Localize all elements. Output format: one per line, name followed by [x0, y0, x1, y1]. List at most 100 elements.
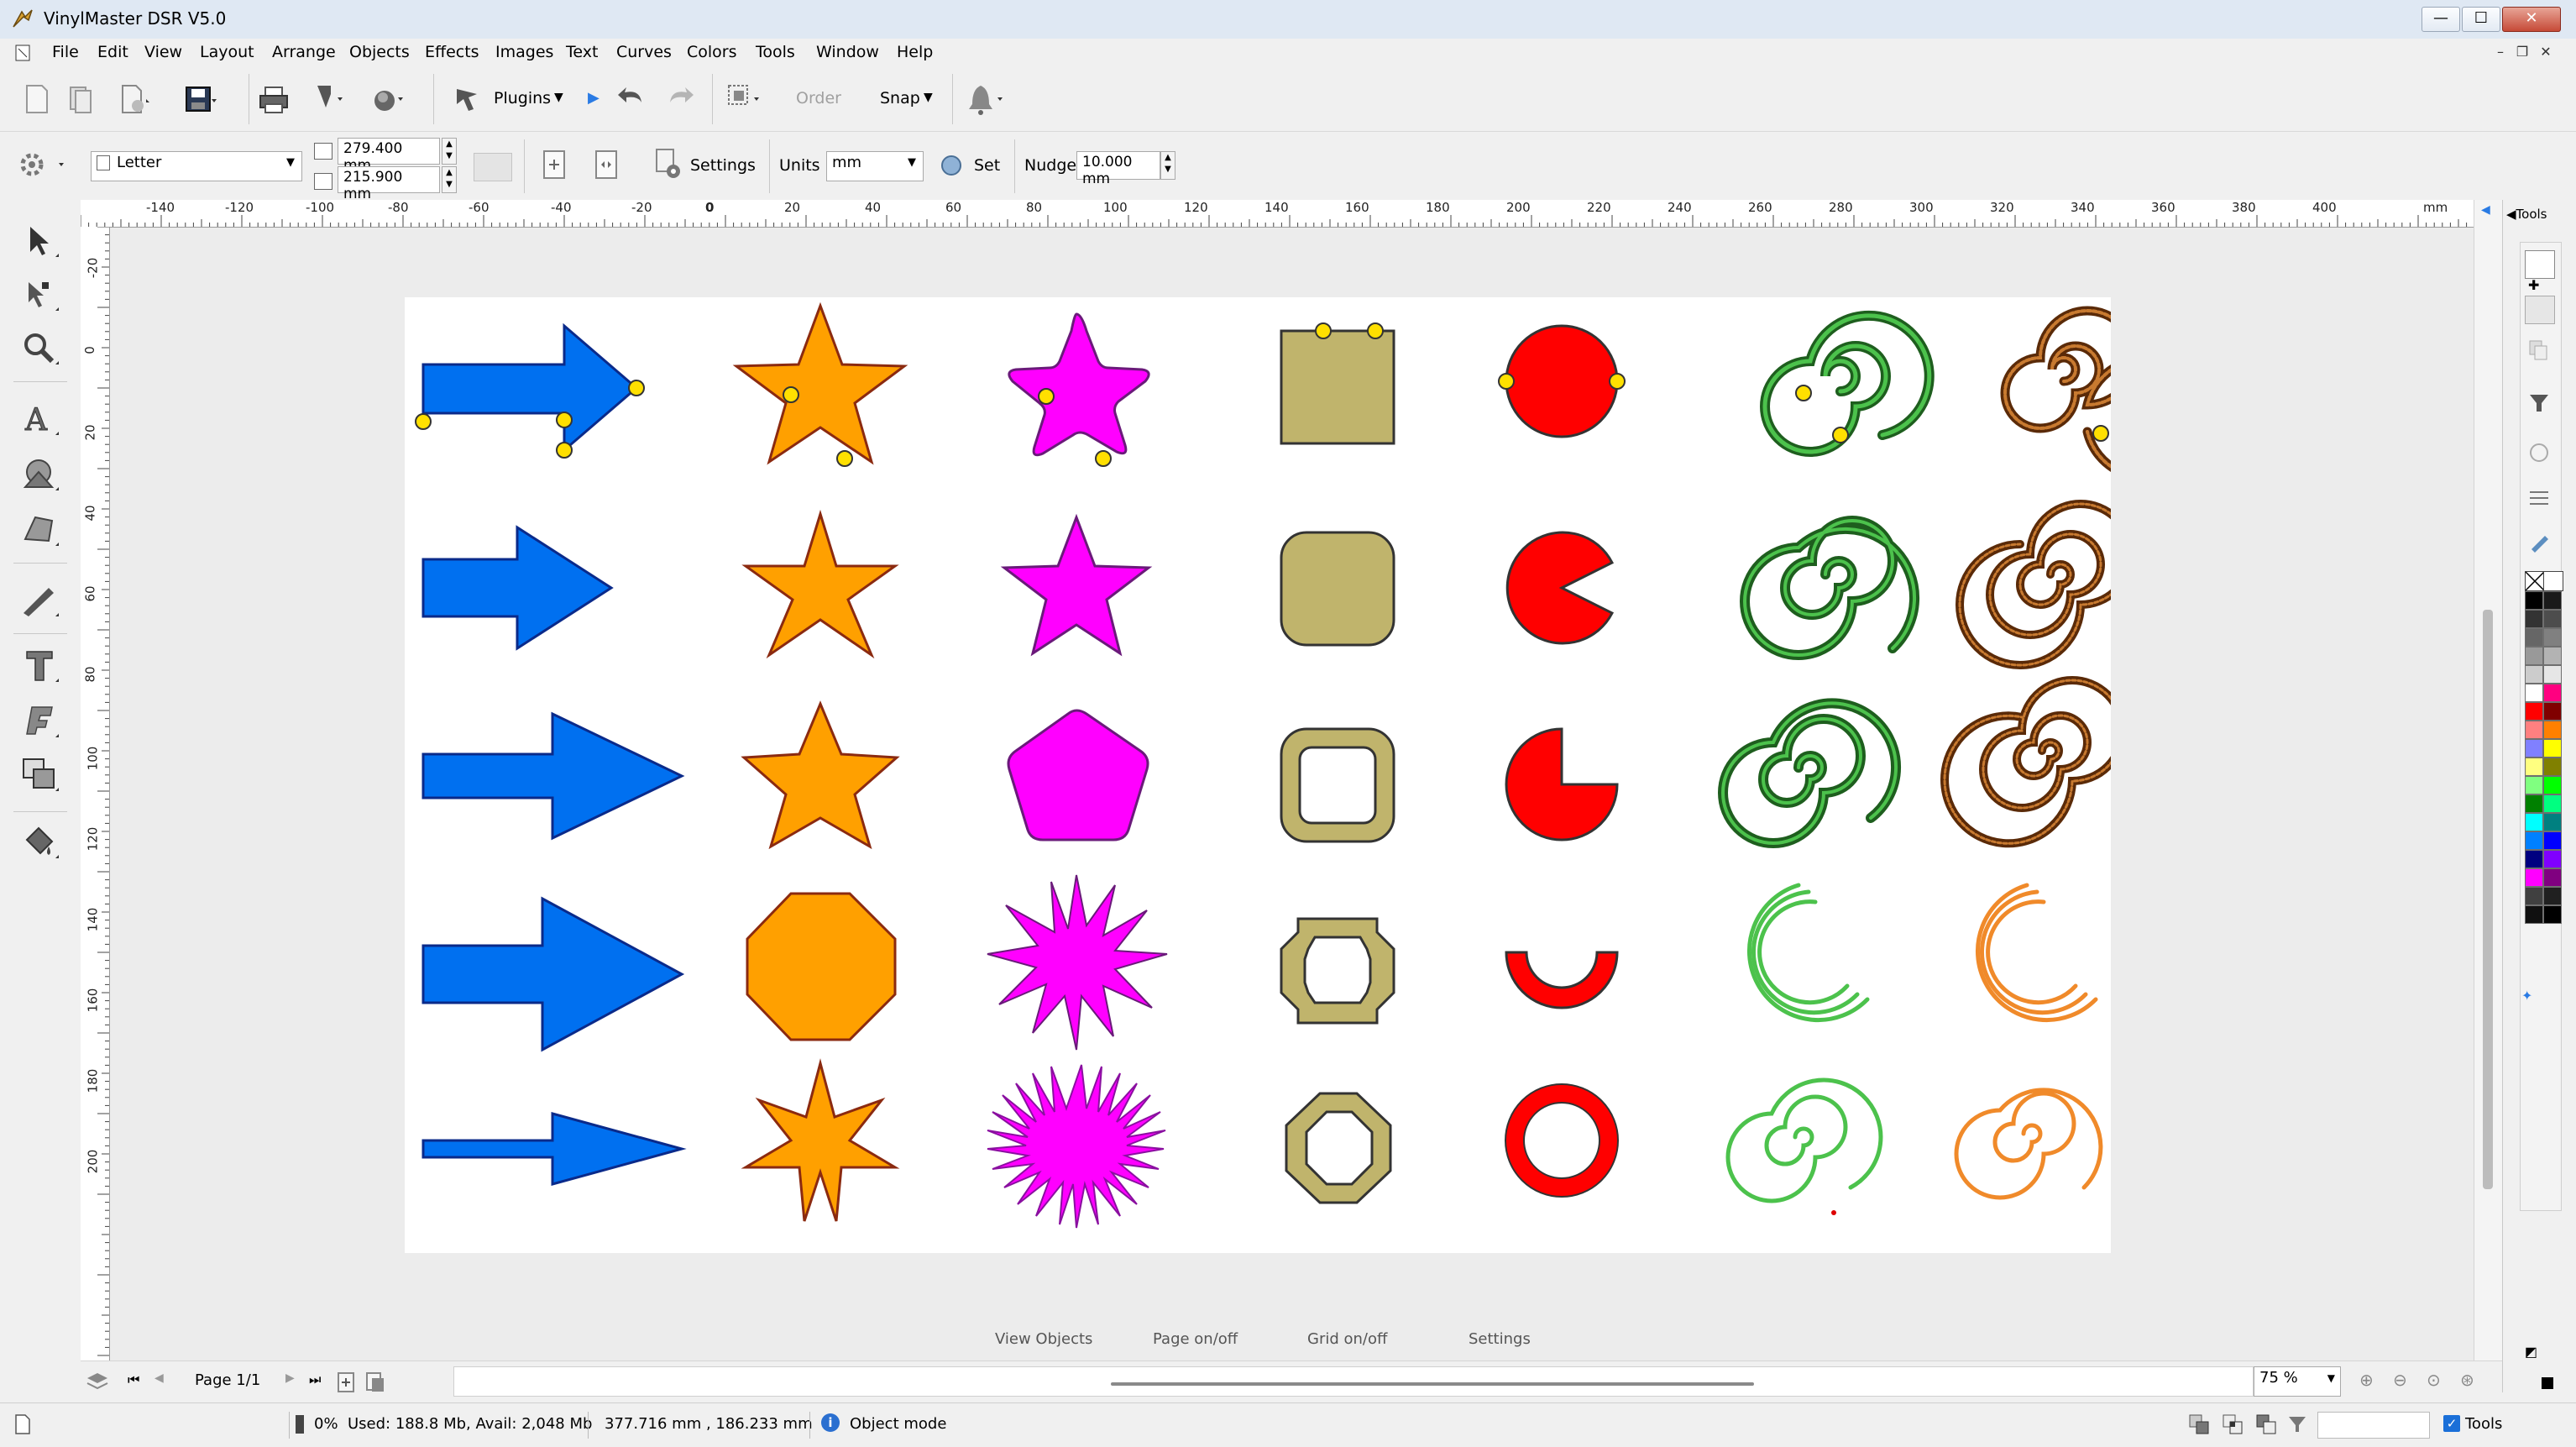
node-edit-icon[interactable] — [18, 274, 60, 316]
tools-checkbox[interactable]: ✓ — [2443, 1415, 2460, 1432]
rounded-star-shape[interactable] — [1008, 312, 1150, 457]
page-size-select[interactable]: Letter ▼ — [91, 151, 302, 181]
mdi-minimize-button[interactable]: – — [2490, 44, 2511, 62]
spiral-light-green-1[interactable] — [1746, 883, 1870, 1023]
color-swatch[interactable] — [2525, 610, 2543, 628]
shape-tool-icon[interactable] — [18, 453, 60, 495]
grid-toggle-link[interactable]: Grid on/off — [1307, 1330, 1387, 1348]
status-field[interactable] — [2317, 1412, 2430, 1439]
last-page-icon[interactable]: ⏭ — [309, 1371, 321, 1388]
pie-shape[interactable] — [1505, 727, 1619, 841]
color-swatch[interactable] — [2525, 591, 2543, 610]
control-node[interactable] — [1038, 388, 1055, 405]
menu-tools[interactable]: Tools — [754, 43, 797, 61]
brush-icon[interactable] — [2525, 529, 2553, 554]
color-swatch[interactable] — [2525, 721, 2543, 739]
weld-icon[interactable] — [2188, 1413, 2210, 1435]
color-swatch[interactable] — [2525, 868, 2543, 887]
settings-link[interactable]: Settings — [1469, 1330, 1531, 1348]
snap-button[interactable]: Snap — [880, 89, 920, 107]
zoom-page-icon[interactable]: ⊙ — [2427, 1370, 2441, 1390]
menu-help[interactable]: Help — [895, 43, 935, 61]
zoom-all-icon[interactable]: ⊛ — [2460, 1370, 2474, 1390]
arc-shape[interactable] — [1505, 951, 1619, 1009]
control-node[interactable] — [1315, 322, 1332, 339]
color-swatch[interactable] — [2543, 702, 2562, 721]
fill-bucket-icon[interactable] — [18, 821, 60, 863]
color-swatch[interactable] — [2525, 905, 2543, 924]
color-swatch[interactable] — [2543, 905, 2562, 924]
page-toggle-link[interactable]: Page on/off — [1153, 1330, 1238, 1348]
view-objects-link[interactable]: View Objects — [995, 1330, 1092, 1348]
spiral-brown-2[interactable] — [1956, 500, 2111, 669]
arrow-shape[interactable] — [421, 322, 639, 453]
group-select-icon[interactable] — [725, 82, 759, 116]
menu-view[interactable]: View — [143, 43, 184, 61]
undo-icon[interactable] — [615, 84, 648, 114]
zoom-in-icon[interactable]: ⊕ — [2359, 1370, 2374, 1390]
color-swatch[interactable] — [2525, 739, 2543, 758]
vertical-scrollbar[interactable]: ◀ — [2474, 200, 2503, 1360]
outline-preview[interactable] — [2525, 296, 2555, 324]
spiral-brown-3[interactable] — [1940, 676, 2111, 848]
square-shape[interactable] — [1280, 329, 1395, 445]
color-swatch[interactable] — [2525, 758, 2543, 776]
color-swatch[interactable] — [2543, 758, 2562, 776]
swap-colors-icon[interactable]: ✚ — [2528, 277, 2539, 293]
control-node[interactable] — [1498, 373, 1515, 390]
new-document-icon[interactable] — [20, 82, 54, 116]
open-template-icon[interactable] — [64, 82, 97, 116]
units-select[interactable]: mm ▼ — [826, 151, 924, 181]
ring-shape[interactable] — [1505, 1084, 1618, 1197]
outline-swatch[interactable] — [2543, 571, 2563, 591]
seven-point-star-shape[interactable] — [741, 1058, 900, 1222]
menu-effects[interactable]: Effects — [423, 43, 481, 61]
star-shape[interactable] — [741, 509, 899, 659]
color-swatch[interactable] — [2525, 647, 2543, 665]
nudge-stepper[interactable]: ▲ ▼ — [1160, 151, 1175, 180]
menu-images[interactable]: Images — [494, 43, 555, 61]
color-swatch[interactable] — [2525, 794, 2543, 813]
control-node[interactable] — [836, 450, 853, 467]
color-swatch[interactable] — [2543, 610, 2562, 628]
spiral-green-2[interactable] — [1740, 516, 1920, 660]
menu-edit[interactable]: Edit — [96, 43, 130, 61]
settings-button[interactable]: Settings — [690, 156, 756, 175]
color-swatch[interactable] — [2525, 831, 2543, 850]
close-button[interactable]: ✕ — [2502, 7, 2561, 32]
zoom-out-icon[interactable]: ⊖ — [2393, 1370, 2407, 1390]
text-frame-icon[interactable] — [18, 645, 60, 687]
color-swatch[interactable] — [2543, 850, 2562, 868]
eyedropper-icon[interactable] — [2525, 390, 2553, 415]
layers-icon[interactable] — [86, 1371, 109, 1393]
delete-page-icon[interactable] — [364, 1371, 386, 1393]
color-swatch[interactable] — [2543, 721, 2562, 739]
scroll-expand-icon[interactable]: ◀ — [2481, 203, 2490, 217]
order-button[interactable]: Order — [796, 89, 841, 107]
bell-icon[interactable] — [964, 81, 1006, 118]
control-node[interactable] — [783, 386, 799, 403]
height-stepper[interactable]: ▲ ▼ — [442, 166, 457, 193]
starburst-shape[interactable] — [987, 874, 1168, 1051]
star-shape[interactable] — [732, 301, 908, 465]
page[interactable] — [405, 297, 2111, 1253]
color-swatch[interactable] — [2543, 776, 2562, 794]
save-icon[interactable] — [183, 82, 217, 116]
pen-tool-icon[interactable] — [18, 579, 60, 621]
color-swatch[interactable] — [2543, 628, 2562, 647]
select-arrow-icon[interactable] — [18, 220, 60, 262]
color-swatch[interactable] — [2543, 831, 2562, 850]
scrollbar-thumb[interactable] — [2483, 610, 2493, 1189]
control-node[interactable] — [628, 380, 645, 396]
menu-window[interactable]: Window — [814, 43, 881, 61]
nudge-field[interactable]: 10.000 mm — [1076, 151, 1160, 187]
color-swatch[interactable] — [2543, 794, 2562, 813]
palette-options-icon[interactable]: ✦ — [2521, 988, 2532, 1004]
color-swatch[interactable] — [2543, 813, 2562, 831]
zoom-select[interactable]: 75 % ▼ — [2254, 1366, 2341, 1397]
menu-arrange[interactable]: Arrange — [270, 43, 338, 61]
no-fill-icon[interactable] — [2525, 440, 2553, 465]
add-page-icon[interactable] — [336, 1371, 356, 1393]
control-node[interactable] — [1609, 373, 1626, 390]
color-swatch[interactable] — [2525, 850, 2543, 868]
